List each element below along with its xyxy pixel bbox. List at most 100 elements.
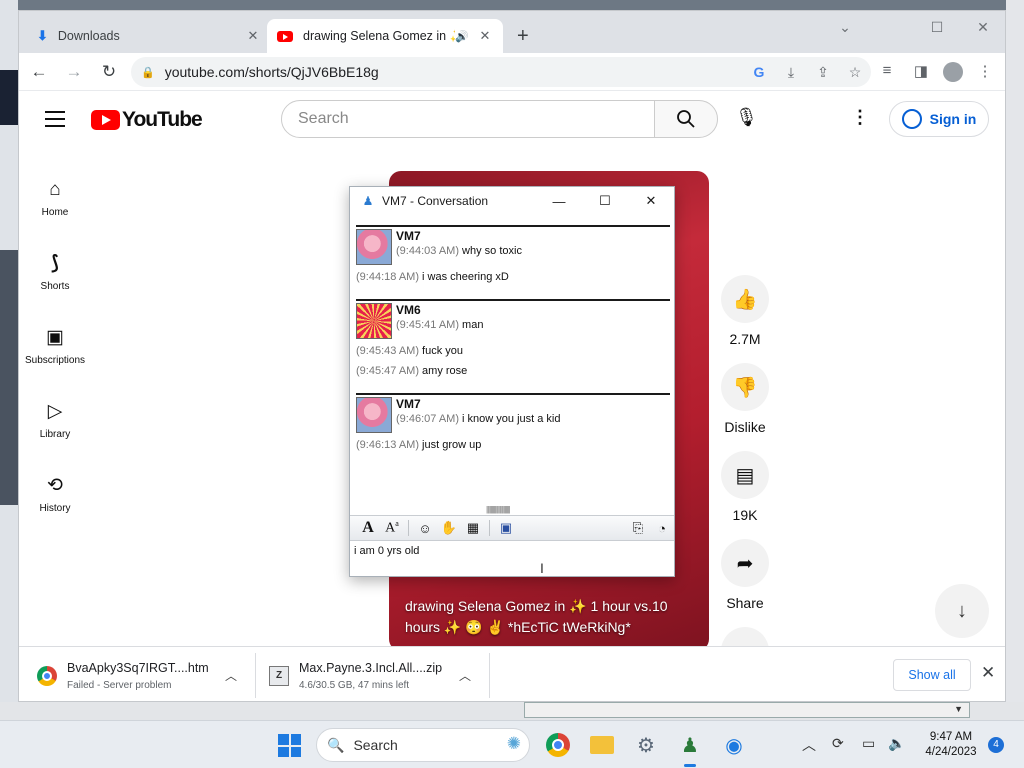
new-tab-button[interactable]: + xyxy=(517,25,529,48)
send-files-icon[interactable]: ▦ xyxy=(461,520,485,536)
microphone-icon[interactable]: 🎙 xyxy=(735,107,758,128)
tab-strip: ⬇ Downloads ✕ drawing Selena Gomez in ✨ … xyxy=(19,11,1005,53)
chevron-up-icon[interactable]: ︿ xyxy=(459,667,471,684)
sign-in-button[interactable]: Sign in xyxy=(889,101,989,137)
download-item[interactable]: BvaApky3Sq7IRGT....htm Failed - Server p… xyxy=(19,647,255,701)
edge-browser-icon[interactable]: ◉ xyxy=(720,731,748,759)
sidebar-item-shorts[interactable]: ⟆ Shorts xyxy=(19,253,91,292)
dislike-action[interactable]: 👎 Dislike xyxy=(721,363,769,435)
sidebar-item-library[interactable]: ▷ Library xyxy=(19,401,91,440)
bookmark-star-icon[interactable]: ☆ xyxy=(839,64,871,81)
comment-icon[interactable]: ▤ xyxy=(721,451,769,499)
reload-icon[interactable]: ↻ xyxy=(94,62,124,82)
sidebar-item-label: Library xyxy=(39,429,71,440)
system-clock[interactable]: 9:47 AM 4/24/2023 xyxy=(916,730,986,760)
message-line: (9:46:07 AM) i know you just a kid xyxy=(396,413,561,425)
next-video-button[interactable]: ↓ xyxy=(935,584,989,638)
conversation-titlebar[interactable]: ♟ VM7 - Conversation — ☐ ✕ xyxy=(350,187,674,215)
save-icon[interactable]: ▣ xyxy=(494,520,518,536)
message-input[interactable]: i am 0 yrs old xyxy=(354,545,419,557)
shorts-icon: ⟆ xyxy=(51,253,59,274)
sidebar-item-subscriptions[interactable]: ▣ Subscriptions xyxy=(19,327,91,366)
video-title[interactable]: drawing Selena Gomez in ✨ 1 hour vs.10 h… xyxy=(405,596,700,638)
settings-gear-icon[interactable]: ⚙ xyxy=(632,731,660,759)
maximize-window-icon[interactable]: ☐ xyxy=(917,19,957,36)
back-icon[interactable]: ← xyxy=(24,62,54,82)
share-label: Share xyxy=(726,595,764,611)
sync-icon[interactable]: ⟳ xyxy=(832,735,844,752)
volume-icon[interactable]: 🔈 xyxy=(888,735,905,752)
share-icon[interactable]: ⇪ xyxy=(807,64,839,81)
home-icon: ⌂ xyxy=(49,179,61,200)
sign-in-label: Sign in xyxy=(929,111,977,127)
lock-icon[interactable]: 🔒 xyxy=(141,66,155,79)
splitter-grip[interactable]: |||||||||||||||||||||| xyxy=(486,505,511,514)
display-icon[interactable]: ▭ xyxy=(862,735,875,752)
browser-menu-icon[interactable]: ⋮ xyxy=(969,62,1001,80)
chrome-taskbar-icon[interactable] xyxy=(544,731,572,759)
tab-search-icon[interactable]: ⌄ xyxy=(825,19,865,36)
amy-rose-avatar[interactable] xyxy=(356,229,392,265)
downloads-shelf: BvaApky3Sq7IRGT....htm Failed - Server p… xyxy=(19,646,1005,701)
download-item[interactable]: Z Max.Payne.3.Incl.All....zip 4.6/30.5 G… xyxy=(251,647,489,701)
tab-close-icon[interactable]: ✕ xyxy=(245,28,261,44)
sidebar-item-history[interactable]: ⟲ History xyxy=(19,475,91,514)
export-icon[interactable]: ⎘ xyxy=(626,520,650,536)
font-size-icon[interactable]: Aa xyxy=(380,519,404,537)
audio-playing-icon[interactable]: 🔊 xyxy=(455,30,469,43)
tab-downloads[interactable]: ⬇ Downloads ✕ xyxy=(27,19,271,53)
divider xyxy=(489,653,490,698)
chrome-file-icon xyxy=(37,665,57,686)
message-group: VM6 (9:45:41 AM) man (9:45:43 AM) fuck y… xyxy=(356,299,670,379)
history-clock-icon[interactable]: ◔ xyxy=(650,521,674,536)
tab-title: Downloads xyxy=(57,29,120,43)
amy-rose-avatar[interactable] xyxy=(356,397,392,433)
comments-action[interactable]: ▤ 19K xyxy=(721,451,769,523)
profile-icon[interactable] xyxy=(937,62,969,86)
address-bar[interactable]: 🔒 youtube.com/shorts/QjJV6BbE18g G ⤓ ⇪ ☆ xyxy=(131,57,871,87)
remix-action[interactable] xyxy=(721,627,769,646)
like-action[interactable]: 👍 2.7M xyxy=(721,275,769,347)
hamburger-menu-icon[interactable] xyxy=(45,111,65,132)
settings-menu-icon[interactable]: ⋮ xyxy=(851,107,869,128)
sidebar-item-label: Shorts xyxy=(40,281,70,292)
messenger-taskbar-icon[interactable]: ♟ xyxy=(676,731,704,767)
comments-count: 19K xyxy=(732,507,758,523)
chevron-up-icon[interactable]: ︿ xyxy=(802,735,816,755)
dislike-icon[interactable]: 👎 xyxy=(721,363,769,411)
remix-icon[interactable] xyxy=(721,627,769,646)
search-field[interactable] xyxy=(281,100,655,138)
close-window-icon[interactable]: ✕ xyxy=(963,19,1003,36)
google-translate-icon[interactable]: G xyxy=(743,64,775,80)
media-controls-icon[interactable]: ≡ xyxy=(871,62,903,79)
message-sender: VM6 xyxy=(396,303,421,317)
windows-start-icon[interactable] xyxy=(278,734,301,757)
search-input[interactable] xyxy=(298,110,654,128)
youtube-logo[interactable]: YouTube xyxy=(91,108,203,132)
share-action[interactable]: ➦ Share xyxy=(721,539,769,611)
smiley-icon[interactable]: ☺ xyxy=(413,521,437,536)
tab-close-icon[interactable]: ✕ xyxy=(477,28,493,44)
show-all-button[interactable]: Show all xyxy=(893,659,971,691)
like-icon[interactable]: 👍 xyxy=(721,275,769,323)
notification-badge[interactable]: 4 xyxy=(988,737,1004,753)
sidebar-item-home[interactable]: ⌂ Home xyxy=(19,179,91,218)
font-icon[interactable]: A xyxy=(356,519,380,537)
chevron-up-icon[interactable]: ︿ xyxy=(225,667,237,684)
side-panel-icon[interactable]: ◨ xyxy=(905,62,937,80)
file-explorer-icon[interactable] xyxy=(588,731,616,759)
attach-icon[interactable]: ✋ xyxy=(437,520,461,536)
close-shelf-icon[interactable]: ✕ xyxy=(981,663,995,683)
taskbar-search[interactable]: 🔍 Search ✺ xyxy=(316,728,530,762)
search-button[interactable] xyxy=(654,100,718,138)
close-icon[interactable]: ✕ xyxy=(628,193,674,209)
minimize-icon[interactable]: — xyxy=(536,194,582,209)
tab-youtube-short[interactable]: drawing Selena Gomez in ✨ 🔊 ✕ xyxy=(267,19,503,53)
maximize-icon[interactable]: ☐ xyxy=(582,193,628,209)
url-text[interactable]: youtube.com/shorts/QjJV6BbE18g xyxy=(165,64,743,80)
forward-icon[interactable]: → xyxy=(59,62,89,82)
share-arrow-icon[interactable]: ➦ xyxy=(721,539,769,587)
install-app-icon[interactable]: ⤓ xyxy=(775,64,807,81)
message-group: VM7 (9:44:03 AM) why so toxic (9:44:18 A… xyxy=(356,225,670,285)
burst-avatar[interactable] xyxy=(356,303,392,339)
